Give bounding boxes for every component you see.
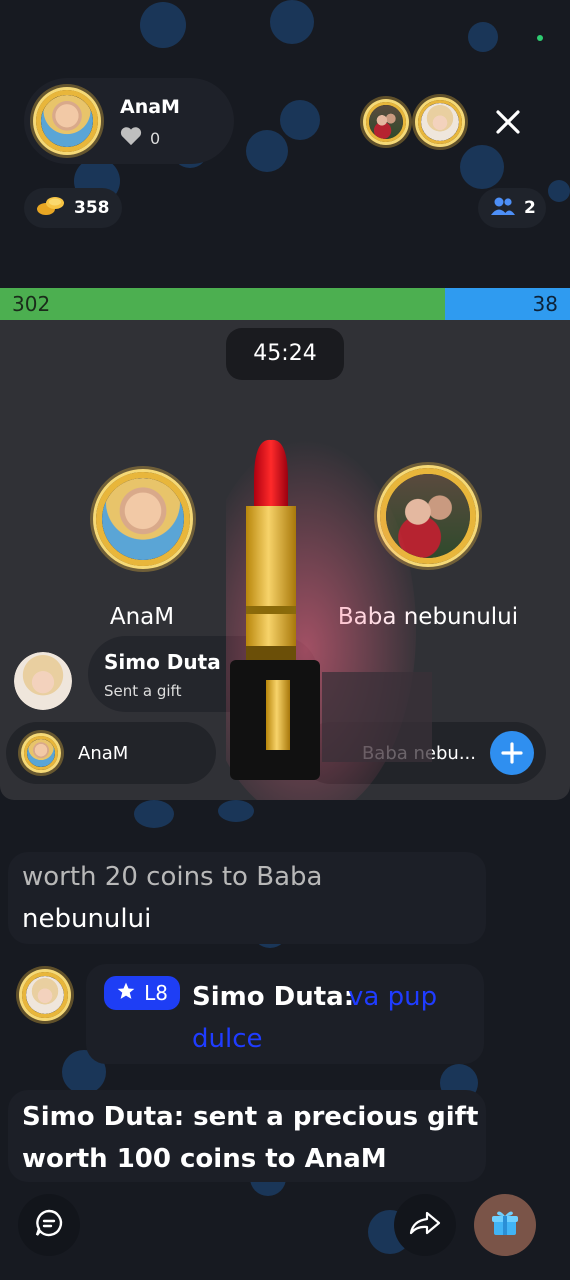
coins-pill[interactable]: 358 [24,188,122,228]
team-left-pill[interactable]: AnaM [6,722,216,784]
toast-sender-avatar[interactable] [14,652,72,710]
coins-count: 358 [74,198,110,218]
pk-left-name: AnaM [109,604,175,630]
coins-icon [36,195,66,222]
share-button[interactable] [394,1194,456,1256]
score-left: 302 [0,288,445,320]
chat-message-3-line2: worth 100 coins to AnaM [22,1144,387,1174]
viewers-pill[interactable]: 2 [478,188,546,228]
chat-message-3: Simo Duta: sent a precious gift worth 10… [8,1090,486,1182]
level-badge: L8 [104,976,180,1010]
host-card[interactable]: AnaM 0 [24,78,234,164]
gift-icon [489,1207,521,1243]
close-icon[interactable] [494,108,522,136]
chat-message-2-user: Simo Duta: [192,982,355,1012]
share-icon [409,1210,441,1240]
team-left-avatar [24,736,58,770]
chat-message-1-line1: worth 20 coins to Baba [22,862,323,892]
viewer-avatar-2[interactable] [418,100,462,144]
host-avatar[interactable] [36,90,98,152]
toast-action: Sent a gift [104,682,182,700]
chat-message-3-line1: Simo Duta: sent a precious gift [22,1102,479,1132]
viewer-avatar-1[interactable] [366,102,406,142]
pk-score-bar: 302 38 [0,288,570,320]
pk-timer: 45:24 [226,328,344,380]
gift-button[interactable] [474,1194,536,1256]
host-likes: 0 [120,126,160,150]
toast-sender-name: Simo Duta [104,650,221,674]
chat-user-avatar[interactable] [22,972,68,1018]
level-label: L8 [144,981,168,1005]
status-dot [537,35,543,41]
team-left-name: AnaM [78,742,129,764]
star-icon [116,981,136,1006]
pk-left-avatar[interactable] [96,472,190,566]
host-name: AnaM [120,96,180,118]
likes-count: 0 [150,128,161,148]
users-icon [490,196,516,221]
chat-message-2-text2: dulce [192,1024,263,1054]
chat-message-2-text1: va pup [348,982,438,1012]
heart-icon [120,126,142,150]
viewers-count: 2 [524,198,536,218]
plus-icon[interactable] [490,731,534,775]
chat-message-1: worth 20 coins to Baba nebunului [8,852,486,944]
chat-button[interactable] [18,1194,80,1256]
score-right: 38 [445,288,570,320]
lipstick-gift-animation [196,420,436,820]
chat-message-1-line2: nebunului [22,904,152,934]
chat-icon [34,1208,64,1242]
